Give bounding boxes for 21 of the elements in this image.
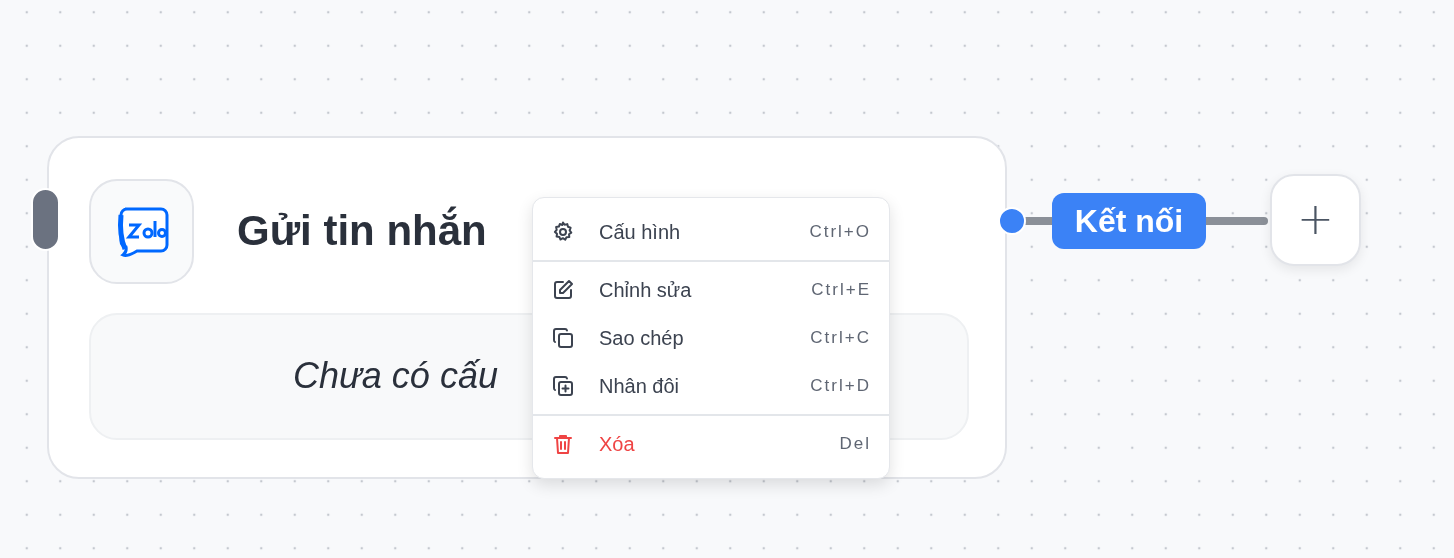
menu-item[interactable]: Nhân đôi Ctrl+D <box>533 362 889 410</box>
menu-item[interactable]: Xóa Del <box>533 420 889 468</box>
settings-icon <box>551 220 575 244</box>
empty-config-text: Chưa có cấu <box>293 354 498 398</box>
node-title: Gửi tin nhắn <box>237 205 487 256</box>
shortcut-text: Ctrl+O <box>809 222 871 242</box>
add-node-button[interactable]: + <box>1270 174 1361 266</box>
shortcut-text: Del <box>839 434 871 454</box>
copy-icon <box>551 326 575 350</box>
shortcut-text: Ctrl+D <box>810 376 871 396</box>
shortcut-text: Ctrl+C <box>810 328 871 348</box>
shortcut-text: Ctrl+E <box>811 280 871 300</box>
menu-item[interactable]: Chỉnh sửa Ctrl+E <box>533 266 889 314</box>
trash-icon <box>551 432 575 456</box>
menu-item[interactable]: Sao chép Ctrl+C <box>533 314 889 362</box>
connector-label: Kết nối <box>1052 193 1206 249</box>
input-handle[interactable] <box>31 188 60 251</box>
edit-icon <box>551 278 575 302</box>
duplicate-icon <box>551 374 575 398</box>
menu-item[interactable]: Cấu hình Ctrl+O <box>533 208 889 256</box>
output-handle[interactable] <box>998 207 1026 235</box>
